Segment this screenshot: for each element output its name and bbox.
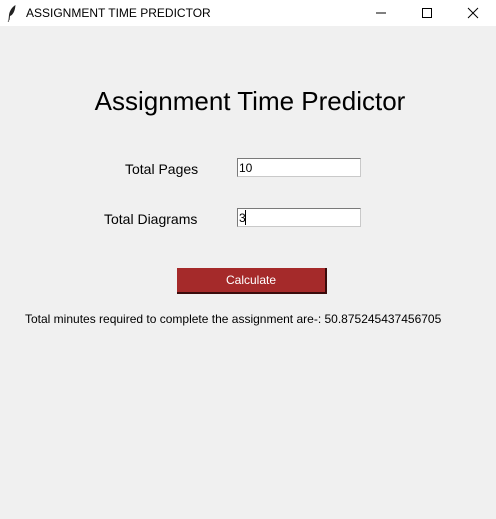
close-button[interactable] xyxy=(450,0,496,26)
title-bar[interactable]: ASSIGNMENT TIME PREDICTOR xyxy=(0,0,496,26)
total-pages-input[interactable] xyxy=(237,158,361,177)
close-icon xyxy=(467,7,479,19)
text-cursor xyxy=(245,210,246,225)
minimize-button[interactable] xyxy=(358,0,404,26)
total-diagrams-label: Total Diagrams xyxy=(104,211,198,227)
total-diagrams-input[interactable] xyxy=(237,208,361,227)
maximize-icon xyxy=(422,8,432,18)
page-title: Assignment Time Predictor xyxy=(94,86,406,116)
calculate-button[interactable]: Calculate xyxy=(177,268,327,294)
maximize-button[interactable] xyxy=(404,0,450,26)
feather-icon xyxy=(6,4,18,22)
minimize-icon xyxy=(376,12,386,14)
total-pages-label: Total Pages xyxy=(125,161,199,177)
window-title: ASSIGNMENT TIME PREDICTOR xyxy=(26,6,211,20)
app-window: ASSIGNMENT TIME PREDICTOR Assignment Tim… xyxy=(0,0,496,519)
result-text: Total minutes required to complete the a… xyxy=(25,312,442,326)
